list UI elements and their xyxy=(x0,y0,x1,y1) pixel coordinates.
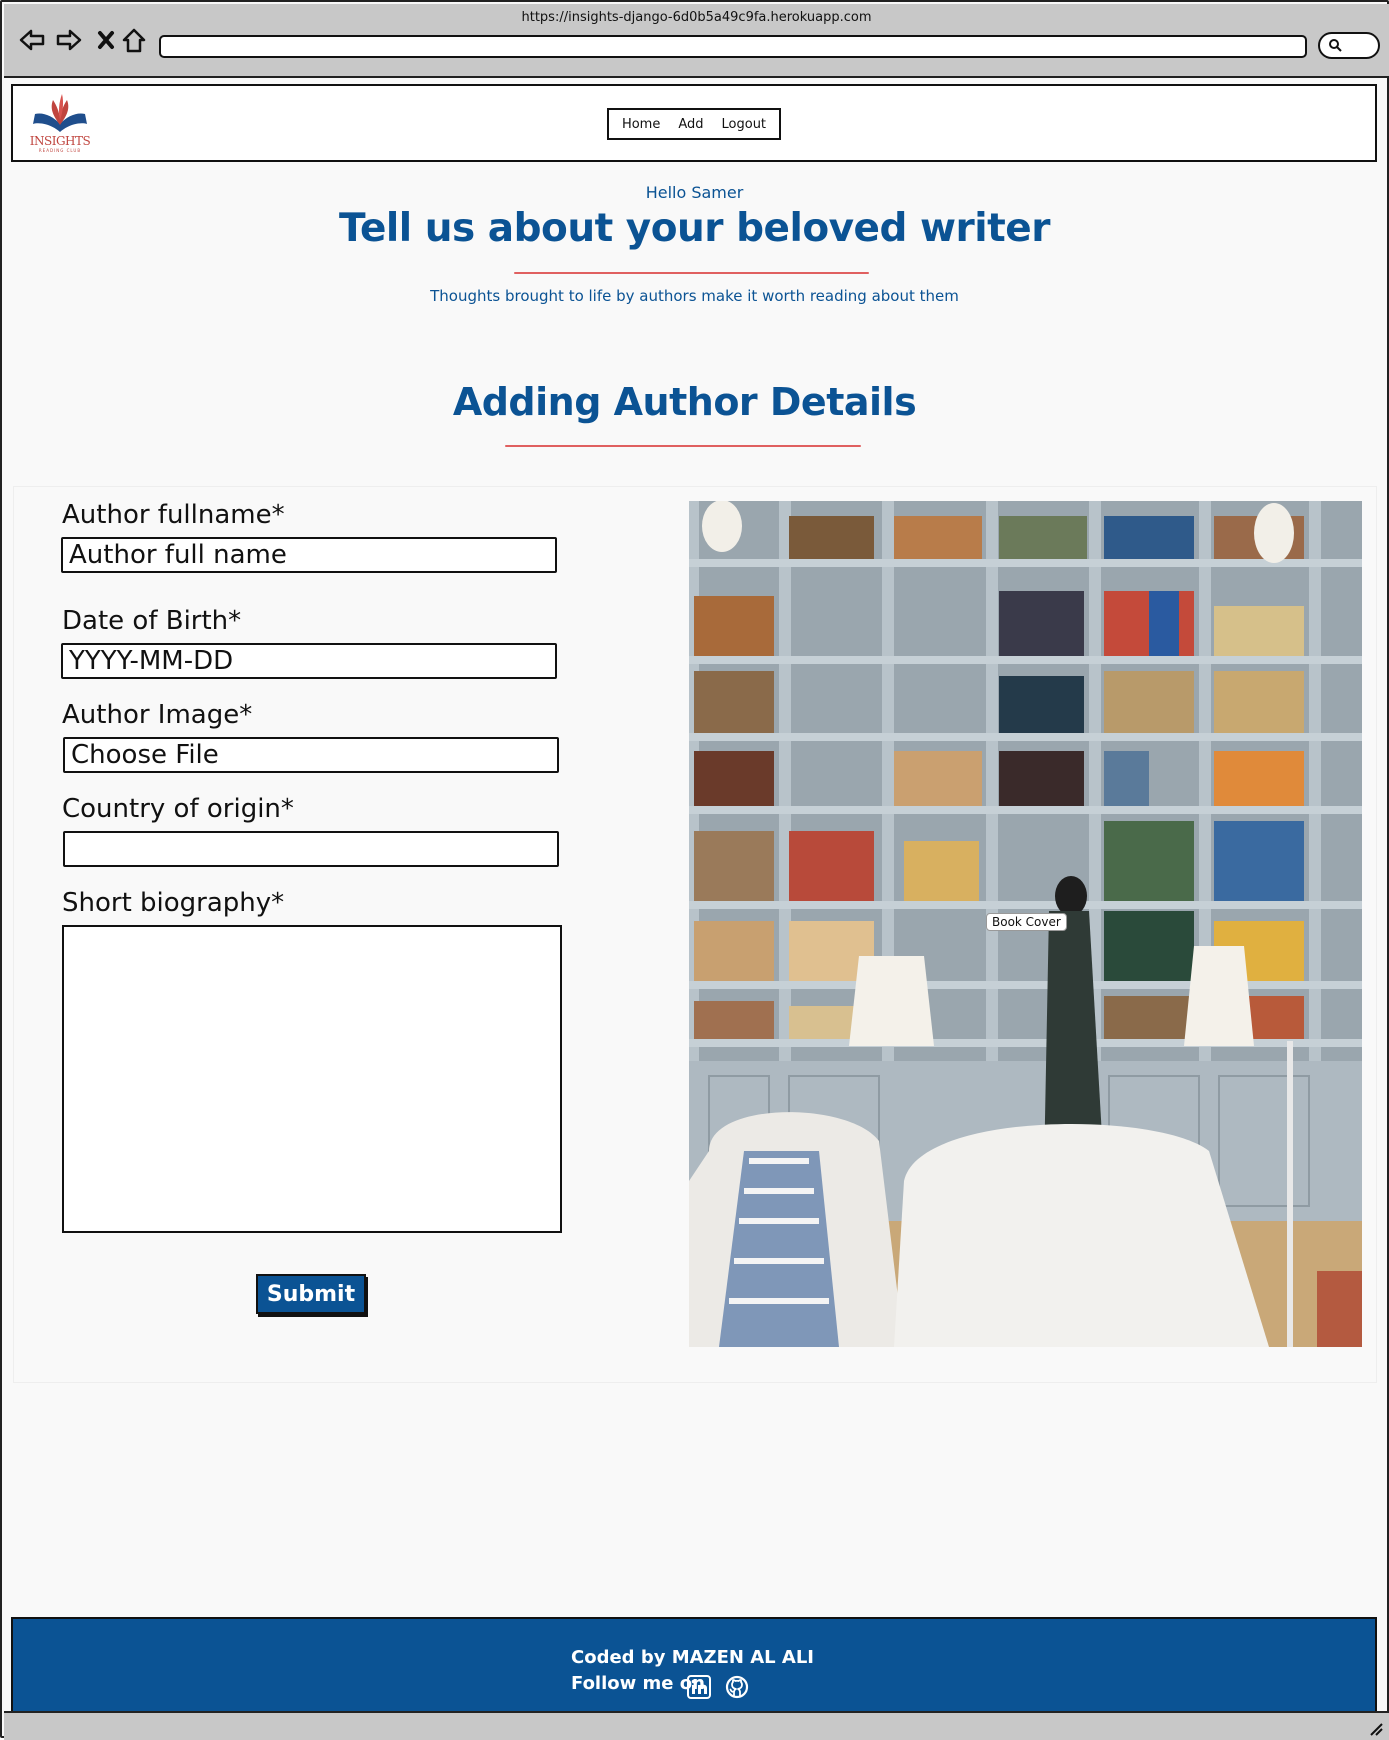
title-underline xyxy=(514,272,869,274)
linkedin-icon[interactable] xyxy=(687,1675,711,1699)
back-icon[interactable] xyxy=(18,26,46,54)
github-icon[interactable] xyxy=(725,1675,749,1699)
heading-underline xyxy=(505,445,861,447)
biography-textarea[interactable] xyxy=(62,925,562,1233)
footer-follow: Follow me on xyxy=(571,1673,705,1694)
image-caption: Book Cover xyxy=(986,913,1067,931)
nav-logout[interactable]: Logout xyxy=(722,117,767,132)
browser-window: https://insights-django-6d0b5a49c9fa.her… xyxy=(0,0,1389,1740)
author-image-label: Author Image* xyxy=(62,700,253,730)
page-subtitle: Thoughts brought to life by authors make… xyxy=(430,287,959,305)
form-heading: Adding Author Details xyxy=(452,380,917,424)
fullname-label: Author fullname* xyxy=(62,500,285,530)
country-label: Country of origin* xyxy=(62,794,294,824)
footer-credit: Coded by MAZEN AL ALI xyxy=(571,1647,814,1668)
forward-icon[interactable] xyxy=(55,26,83,54)
biography-label: Short biography* xyxy=(62,888,285,918)
site-logo[interactable]: INSIGHTS READING CLUB xyxy=(29,92,91,154)
search-icon xyxy=(1329,39,1342,52)
country-input[interactable] xyxy=(63,831,559,867)
logo-subtext: READING CLUB xyxy=(38,148,82,153)
dob-label: Date of Birth* xyxy=(62,606,242,636)
nav-add[interactable]: Add xyxy=(678,117,703,132)
logo-text: INSIGHTS xyxy=(29,134,91,148)
site-footer: Coded by MAZEN AL ALI Follow me on xyxy=(11,1617,1377,1713)
greeting: Hello Samer xyxy=(645,183,744,202)
close-icon[interactable] xyxy=(92,26,120,54)
choose-file-button[interactable]: Choose File xyxy=(71,740,219,770)
site-header: INSIGHTS READING CLUB Home Add Logout xyxy=(11,84,1377,162)
url-display: https://insights-django-6d0b5a49c9fa.her… xyxy=(521,10,872,25)
page-title: Tell us about your beloved writer xyxy=(339,206,1050,251)
nav-home[interactable]: Home xyxy=(622,117,660,132)
book-logo-icon xyxy=(33,94,87,132)
main-nav: Home Add Logout xyxy=(607,108,781,140)
address-bar[interactable] xyxy=(159,35,1307,58)
fullname-input[interactable]: Author full name xyxy=(61,537,557,573)
file-input[interactable]: Choose File xyxy=(63,737,559,773)
browser-status-bar xyxy=(4,1711,1389,1740)
home-icon[interactable] xyxy=(120,26,148,54)
browser-toolbar: https://insights-django-6d0b5a49c9fa.her… xyxy=(4,4,1389,78)
resize-handle-icon[interactable] xyxy=(1367,1720,1383,1736)
browser-search[interactable] xyxy=(1318,32,1380,59)
dob-input[interactable]: YYYY-MM-DD xyxy=(61,643,557,679)
submit-button[interactable]: Submit xyxy=(256,1274,366,1314)
